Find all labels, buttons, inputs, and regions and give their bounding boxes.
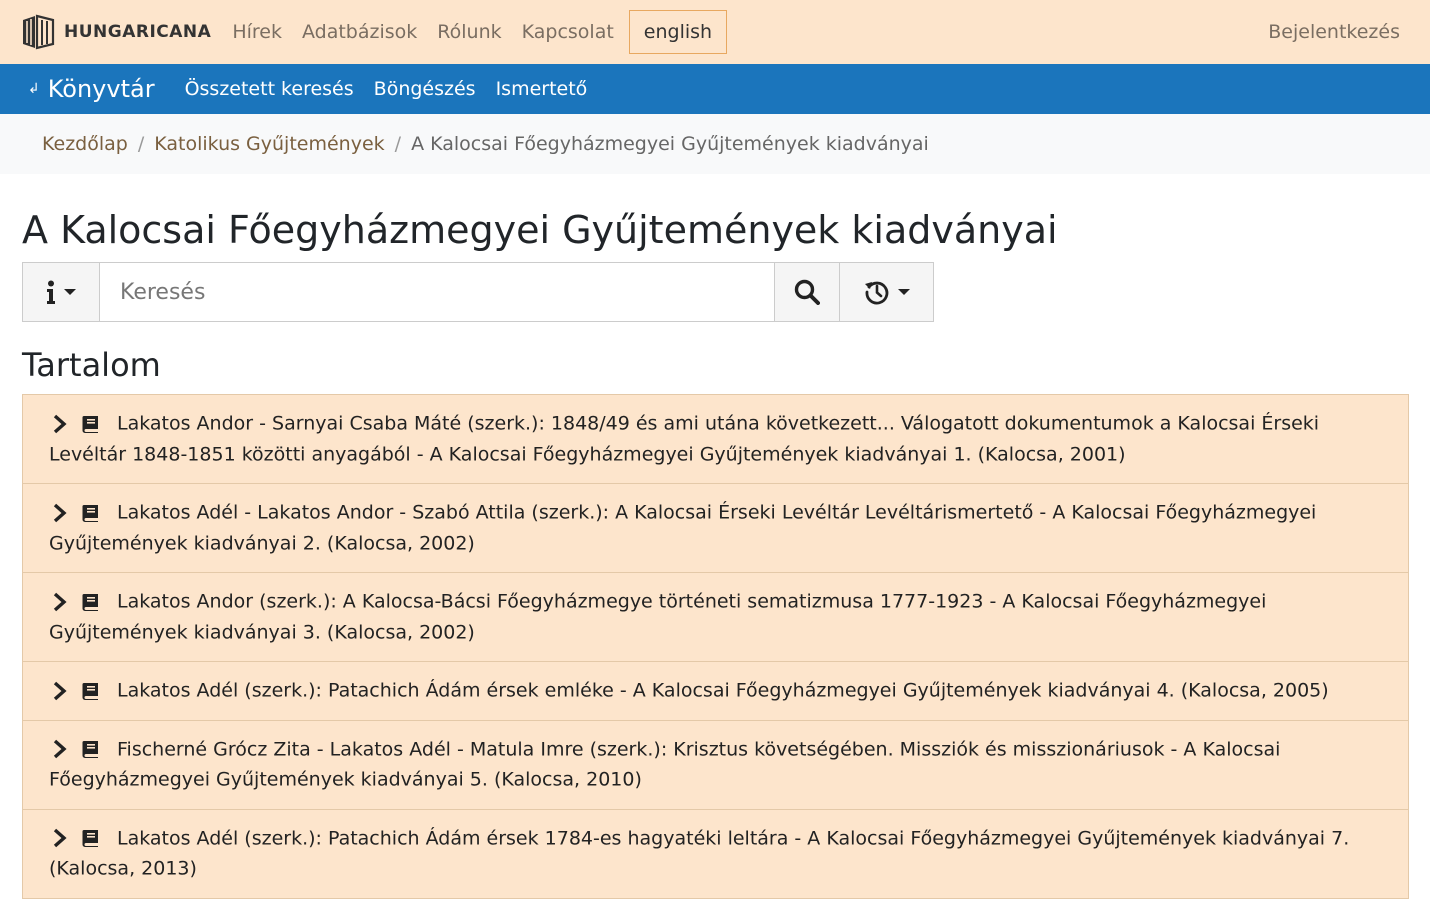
list-item[interactable]: Lakatos Andor - Sarnyai Csaba Máté (szer… [23, 395, 1408, 484]
chevron-right-icon[interactable] [49, 827, 71, 849]
list-item[interactable]: Lakatos Andor (szerk.): A Kalocsa-Bácsi … [23, 573, 1408, 662]
book-icon [82, 415, 98, 433]
nav-link-rolunk[interactable]: Rólunk [437, 21, 501, 43]
list-item[interactable]: Lakatos Adél (szerk.): Patachich Ádám ér… [23, 809, 1408, 898]
advanced-search-link[interactable]: Összetett keresés [185, 78, 354, 100]
info-icon [47, 280, 55, 304]
caret-down-icon [897, 289, 910, 295]
book-icon [82, 830, 98, 847]
chevron-right-icon[interactable] [49, 502, 71, 524]
info-dropdown-button[interactable] [22, 262, 100, 322]
publication-title[interactable]: Fischerné Grócz Zita - Lakatos Adél - Ma… [49, 738, 1280, 791]
book-icon [82, 504, 98, 522]
book-icon [82, 741, 98, 758]
publication-title[interactable]: Lakatos Adél - Lakatos Andor - Szabó Att… [49, 502, 1316, 555]
breadcrumb-home[interactable]: Kezdőlap [42, 133, 128, 155]
history-icon [864, 281, 888, 305]
return-arrow-icon: ↲ [28, 81, 40, 97]
list-item[interactable]: Fischerné Grócz Zita - Lakatos Adél - Ma… [23, 720, 1408, 810]
search-bar [22, 262, 934, 322]
chevron-right-icon[interactable] [49, 680, 71, 702]
about-link[interactable]: Ismertető [496, 78, 588, 100]
chevron-right-icon[interactable] [49, 413, 71, 435]
brand-link[interactable]: HUNGARICANA [21, 14, 211, 50]
contents-heading: Tartalom [22, 346, 161, 384]
search-icon [794, 279, 820, 305]
caret-down-icon [64, 289, 76, 295]
history-dropdown-button[interactable] [840, 262, 934, 322]
login-link[interactable]: Bejelentkezés [1268, 21, 1400, 43]
breadcrumb-separator: / [137, 133, 145, 155]
language-button[interactable]: english [628, 10, 728, 54]
brand-name: HUNGARICANA [64, 22, 212, 42]
hungaricana-logo-icon [23, 14, 55, 50]
search-input[interactable] [100, 262, 774, 322]
chevron-right-icon[interactable] [49, 591, 71, 613]
breadcrumb-current: A Kalocsai Főegyházmegyei Gyűjtemények k… [411, 133, 929, 155]
breadcrumb-catholic[interactable]: Katolikus Gyűjtemények [154, 133, 384, 155]
book-icon [82, 682, 98, 700]
library-home-label: Könyvtár [47, 75, 155, 103]
sub-nav: ↲ Könyvtár Összetett keresés Böngészés I… [0, 64, 1430, 114]
nav-link-kapcsolat[interactable]: Kapcsolat [522, 21, 614, 43]
top-nav: Hírek Adatbázisok Rólunk Kapcsolat engli… [232, 10, 728, 54]
nav-link-adatbazisok[interactable]: Adatbázisok [302, 21, 417, 43]
breadcrumb: Kezdőlap / Katolikus Gyűjtemények / A Ka… [0, 114, 1430, 174]
chevron-right-icon[interactable] [49, 738, 71, 760]
publication-title[interactable]: Lakatos Andor - Sarnyai Csaba Máté (szer… [49, 413, 1319, 466]
nav-link-hirek[interactable]: Hírek [232, 21, 282, 43]
breadcrumb-separator: / [394, 133, 402, 155]
list-item[interactable]: Lakatos Adél - Lakatos Andor - Szabó Att… [23, 484, 1408, 573]
top-bar: HUNGARICANA Hírek Adatbázisok Rólunk Kap… [0, 0, 1430, 64]
publication-title[interactable]: Lakatos Adél (szerk.): Patachich Ádám ér… [49, 827, 1349, 880]
browse-link[interactable]: Böngészés [374, 78, 476, 100]
library-home-link[interactable]: ↲ Könyvtár [28, 75, 155, 103]
book-icon [82, 593, 98, 611]
publication-title[interactable]: Lakatos Adél (szerk.): Patachich Ádám ér… [117, 680, 1329, 702]
list-item[interactable]: Lakatos Adél (szerk.): Patachich Ádám ér… [23, 662, 1408, 721]
contents-list: Lakatos Andor - Sarnyai Csaba Máté (szer… [22, 394, 1409, 899]
search-button[interactable] [774, 262, 840, 322]
page-title: A Kalocsai Főegyházmegyei Gyűjtemények k… [22, 208, 1058, 252]
publication-title[interactable]: Lakatos Andor (szerk.): A Kalocsa-Bácsi … [49, 591, 1266, 644]
